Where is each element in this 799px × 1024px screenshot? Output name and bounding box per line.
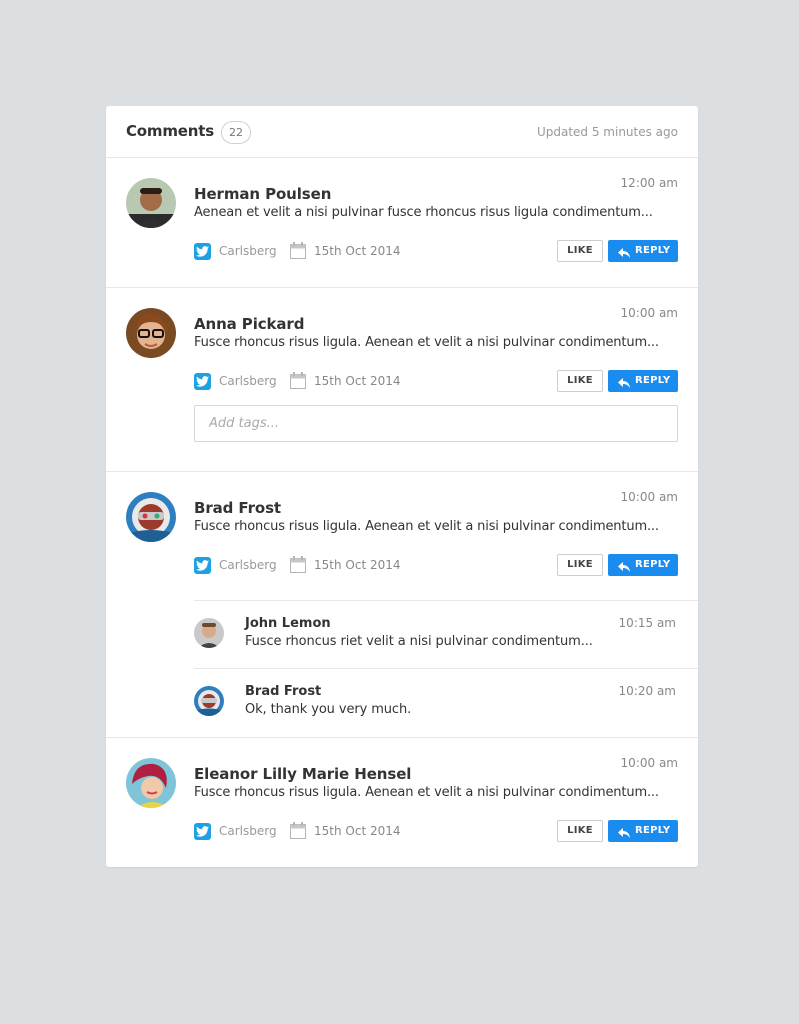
avatar[interactable] (126, 308, 176, 358)
comment-author[interactable]: Herman Poulsen (194, 185, 331, 203)
reply-item: John Lemon 10:15 am Fusce rhoncus riet v… (106, 601, 698, 668)
comment-date: 15th Oct 2014 (314, 558, 401, 572)
comment-meta: Carlsberg 15th Oct 2014 LIKE REPLY (194, 370, 678, 392)
reply-item: Brad Frost 10:20 am Ok, thank you very m… (106, 669, 698, 738)
reply-author[interactable]: Brad Frost (245, 684, 321, 699)
comment-item: Brad Frost 10:00 am Fusce rhoncus risus … (106, 472, 698, 738)
comment-author[interactable]: Eleanor Lilly Marie Hensel (194, 765, 411, 783)
calendar-icon (290, 372, 306, 389)
comment-time: 10:00 am (620, 756, 678, 770)
reply-author[interactable]: John Lemon (245, 616, 331, 631)
add-tags-input[interactable] (194, 405, 678, 442)
like-button[interactable]: LIKE (557, 240, 603, 262)
avatar[interactable] (126, 758, 176, 808)
reply-text: Ok, thank you very much. (245, 702, 412, 717)
comment-date: 15th Oct 2014 (314, 244, 401, 258)
twitter-icon (194, 557, 211, 574)
avatar[interactable] (126, 178, 176, 228)
reply-icon (618, 559, 630, 581)
comment-source[interactable]: Carlsberg (219, 374, 277, 388)
comment-text: Aenean et velit a nisi pulvinar fusce rh… (194, 205, 653, 220)
reply-button[interactable]: REPLY (608, 370, 678, 392)
comment-time: 10:00 am (620, 306, 678, 320)
comment-source[interactable]: Carlsberg (219, 558, 277, 572)
reply-time: 10:20 am (618, 684, 676, 698)
reply-button[interactable]: REPLY (608, 240, 678, 262)
comment-item: Herman Poulsen 12:00 am Aenean et velit … (106, 158, 698, 288)
comments-header: Comments 22 Updated 5 minutes ago (106, 106, 698, 158)
twitter-icon (194, 823, 211, 840)
updated-status: Updated 5 minutes ago (536, 125, 678, 139)
comment-text: Fusce rhoncus risus ligula. Aenean et ve… (194, 785, 659, 800)
reply-icon (618, 825, 630, 847)
comment-date: 15th Oct 2014 (314, 374, 401, 388)
comment-meta: Carlsberg 15th Oct 2014 LIKE REPLY (194, 820, 678, 842)
reply-label: REPLY (635, 559, 671, 570)
comment-meta: Carlsberg 15th Oct 2014 LIKE REPLY (194, 554, 678, 576)
calendar-icon (290, 822, 306, 839)
comment-author[interactable]: Anna Pickard (194, 315, 304, 333)
comment-source[interactable]: Carlsberg (219, 824, 277, 838)
reply-icon (618, 375, 630, 397)
comments-title: Comments (126, 122, 214, 140)
twitter-icon (194, 373, 211, 390)
comment-time: 12:00 am (620, 176, 678, 190)
comment-text: Fusce rhoncus risus ligula. Aenean et ve… (194, 519, 659, 534)
calendar-icon (290, 556, 306, 573)
avatar[interactable] (194, 618, 224, 648)
reply-label: REPLY (635, 825, 671, 836)
comment-date: 15th Oct 2014 (314, 824, 401, 838)
like-button[interactable]: LIKE (557, 370, 603, 392)
reply-time: 10:15 am (618, 616, 676, 630)
like-button[interactable]: LIKE (557, 820, 603, 842)
comment-count-badge: 22 (221, 121, 251, 144)
comment-text: Fusce rhoncus risus ligula. Aenean et ve… (194, 335, 659, 350)
comment-item: Anna Pickard 10:00 am Fusce rhoncus risu… (106, 288, 698, 472)
calendar-icon (290, 242, 306, 259)
reply-label: REPLY (635, 375, 671, 386)
comment-source[interactable]: Carlsberg (219, 244, 277, 258)
comment-time: 10:00 am (620, 490, 678, 504)
reply-button[interactable]: REPLY (608, 554, 678, 576)
comment-author[interactable]: Brad Frost (194, 499, 281, 517)
reply-icon (618, 245, 630, 267)
twitter-icon (194, 243, 211, 260)
avatar[interactable] (194, 686, 224, 716)
reply-label: REPLY (635, 245, 671, 256)
comments-panel: Comments 22 Updated 5 minutes ago Herman… (106, 106, 698, 867)
comment-item: Eleanor Lilly Marie Hensel 10:00 am Fusc… (106, 738, 698, 867)
reply-button[interactable]: REPLY (608, 820, 678, 842)
avatar[interactable] (126, 492, 176, 542)
comment-meta: Carlsberg 15th Oct 2014 LIKE REPLY (194, 240, 678, 262)
like-button[interactable]: LIKE (557, 554, 603, 576)
reply-text: Fusce rhoncus riet velit a nisi pulvinar… (245, 634, 593, 649)
